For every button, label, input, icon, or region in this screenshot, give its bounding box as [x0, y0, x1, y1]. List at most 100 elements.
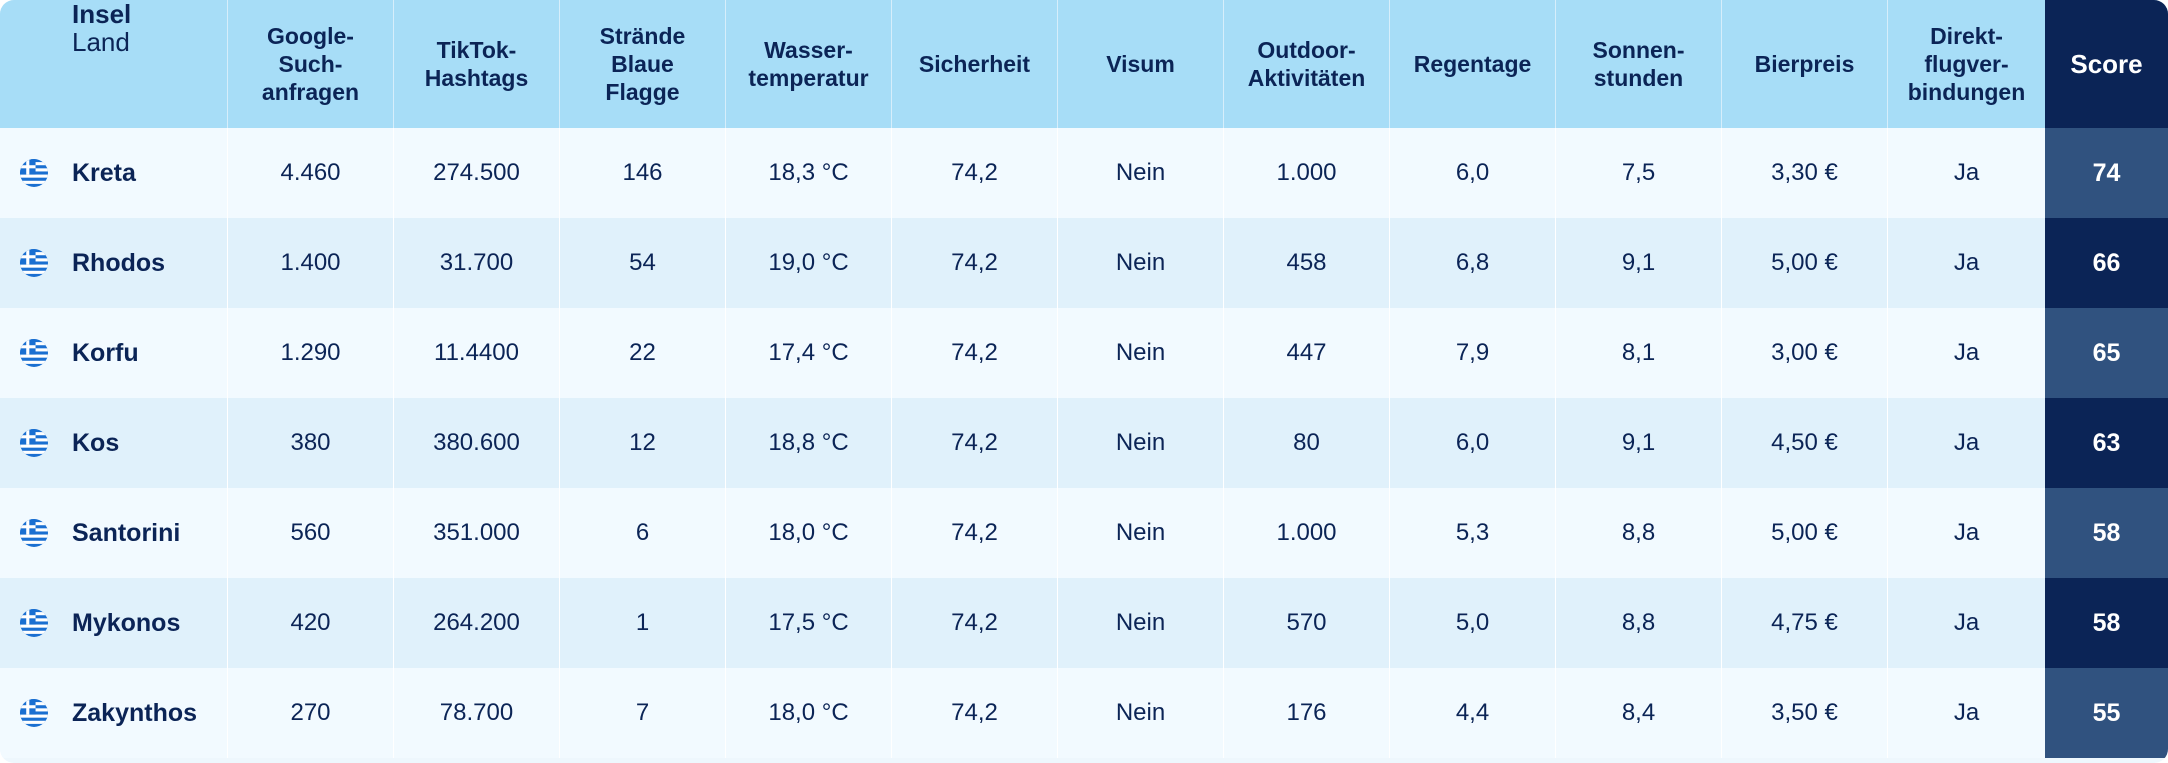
island-cell: Kos: [0, 398, 227, 488]
blue-flag-beaches-cell: 1: [559, 578, 725, 668]
direct-flights-cell: Ja: [1887, 488, 2045, 578]
island-name: Rhodos: [72, 248, 166, 277]
tiktok-hashtags-cell: 274.500: [393, 128, 559, 218]
score-cell: 66: [2045, 218, 2168, 308]
header-visa: Visum: [1057, 0, 1223, 128]
safety-cell: 74,2: [891, 668, 1057, 758]
island-cell: Rhodos: [0, 218, 227, 308]
rain-days-cell: 5,3: [1389, 488, 1555, 578]
visa-cell: Nein: [1057, 398, 1223, 488]
visa-cell: Nein: [1057, 668, 1223, 758]
beer-price-cell: 3,00 €: [1721, 308, 1887, 398]
table-row: Rhodos 1.400 31.700 54 19,0 °C 74,2 Nein 458 6,8…: [0, 218, 2168, 308]
score-cell: 63: [2045, 398, 2168, 488]
greece-flag-icon: [20, 339, 48, 367]
safety-cell: 74,2: [891, 128, 1057, 218]
direct-flights-cell: Ja: [1887, 578, 2045, 668]
header-sun-hours: Sonnen- stunden: [1555, 0, 1721, 128]
direct-flights-cell: Ja: [1887, 128, 2045, 218]
header-blue-flag-beaches: Strände Blaue Flagge: [559, 0, 725, 128]
direct-flights-cell: Ja: [1887, 308, 2045, 398]
table-row: Korfu 1.290 11.4400 22 17,4 °C 74,2 Nein 447 7,9…: [0, 308, 2168, 398]
visa-cell: Nein: [1057, 578, 1223, 668]
beer-price-cell: 4,50 €: [1721, 398, 1887, 488]
island-name: Kreta: [72, 158, 136, 187]
header-rain-days: Regentage: [1389, 0, 1555, 128]
sun-hours-cell: 8,4: [1555, 668, 1721, 758]
water-temperature-cell: 19,0 °C: [725, 218, 891, 308]
score-cell: 55: [2045, 668, 2168, 758]
outdoor-activities-cell: 458: [1223, 218, 1389, 308]
blue-flag-beaches-cell: 146: [559, 128, 725, 218]
score-cell: 65: [2045, 308, 2168, 398]
header-beer-price: Bierpreis: [1721, 0, 1887, 128]
google-searches-cell: 270: [227, 668, 393, 758]
header-score: Score: [2045, 0, 2168, 128]
safety-cell: 74,2: [891, 488, 1057, 578]
outdoor-activities-cell: 176: [1223, 668, 1389, 758]
header-tiktok-hashtags: TikTok- Hashtags: [393, 0, 559, 128]
google-searches-cell: 420: [227, 578, 393, 668]
beer-price-cell: 3,30 €: [1721, 128, 1887, 218]
header-direct-flights: Direkt- flugver- bindungen: [1887, 0, 2045, 128]
beer-price-cell: 3,50 €: [1721, 668, 1887, 758]
direct-flights-cell: Ja: [1887, 668, 2045, 758]
table-row: Santorini 560 351.000 6 18,0 °C 74,2 Nein 1.000…: [0, 488, 2168, 578]
tiktok-hashtags-cell: 78.700: [393, 668, 559, 758]
blue-flag-beaches-cell: 22: [559, 308, 725, 398]
greece-flag-icon: [20, 699, 48, 727]
visa-cell: Nein: [1057, 488, 1223, 578]
greece-flag-icon: [20, 249, 48, 277]
header-safety: Sicherheit: [891, 0, 1057, 128]
score-cell: 58: [2045, 488, 2168, 578]
table-row: Zakynthos 270 78.700 7 18,0 °C 74,2 Nein 176 4,4…: [0, 668, 2168, 758]
google-searches-cell: 380: [227, 398, 393, 488]
island-name: Zakynthos: [72, 698, 198, 727]
safety-cell: 74,2: [891, 578, 1057, 668]
beer-price-cell: 4,75 €: [1721, 578, 1887, 668]
greece-flag-icon: [20, 429, 48, 457]
table-row: Kreta 4.460 274.500 146 18,3 °C 74,2 Nein 1.000…: [0, 128, 2168, 218]
water-temperature-cell: 17,4 °C: [725, 308, 891, 398]
google-searches-cell: 1.400: [227, 218, 393, 308]
header-island: Insel Land: [0, 0, 227, 128]
island-ranking-table: Insel Land Google- Such- anfragen TikTok…: [0, 0, 2168, 763]
tiktok-hashtags-cell: 11.4400: [393, 308, 559, 398]
beer-price-cell: 5,00 €: [1721, 218, 1887, 308]
safety-cell: 74,2: [891, 398, 1057, 488]
visa-cell: Nein: [1057, 128, 1223, 218]
score-cell: 74: [2045, 128, 2168, 218]
water-temperature-cell: 18,0 °C: [725, 488, 891, 578]
sun-hours-cell: 9,1: [1555, 398, 1721, 488]
water-temperature-cell: 17,5 °C: [725, 578, 891, 668]
island-name: Mykonos: [72, 608, 181, 637]
water-temperature-cell: 18,0 °C: [725, 668, 891, 758]
greece-flag-icon: [20, 519, 48, 547]
island-name: Kos: [72, 428, 120, 457]
score-cell: 58: [2045, 578, 2168, 668]
rain-days-cell: 6,8: [1389, 218, 1555, 308]
blue-flag-beaches-cell: 54: [559, 218, 725, 308]
rain-days-cell: 7,9: [1389, 308, 1555, 398]
google-searches-cell: 4.460: [227, 128, 393, 218]
google-searches-cell: 560: [227, 488, 393, 578]
visa-cell: Nein: [1057, 308, 1223, 398]
island-cell: Kreta: [0, 128, 227, 218]
header-island-label: Insel: [72, 0, 132, 29]
outdoor-activities-cell: 1.000: [1223, 488, 1389, 578]
header-water-temperature: Wasser- temperatur: [725, 0, 891, 128]
greece-flag-icon: [20, 159, 48, 187]
direct-flights-cell: Ja: [1887, 398, 2045, 488]
sun-hours-cell: 8,8: [1555, 578, 1721, 668]
blue-flag-beaches-cell: 6: [559, 488, 725, 578]
header-google-searches: Google- Such- anfragen: [227, 0, 393, 128]
tiktok-hashtags-cell: 264.200: [393, 578, 559, 668]
outdoor-activities-cell: 570: [1223, 578, 1389, 668]
blue-flag-beaches-cell: 7: [559, 668, 725, 758]
beer-price-cell: 5,00 €: [1721, 488, 1887, 578]
tiktok-hashtags-cell: 380.600: [393, 398, 559, 488]
water-temperature-cell: 18,3 °C: [725, 128, 891, 218]
table-header: Insel Land Google- Such- anfragen TikTok…: [0, 0, 2168, 128]
outdoor-activities-cell: 1.000: [1223, 128, 1389, 218]
outdoor-activities-cell: 80: [1223, 398, 1389, 488]
